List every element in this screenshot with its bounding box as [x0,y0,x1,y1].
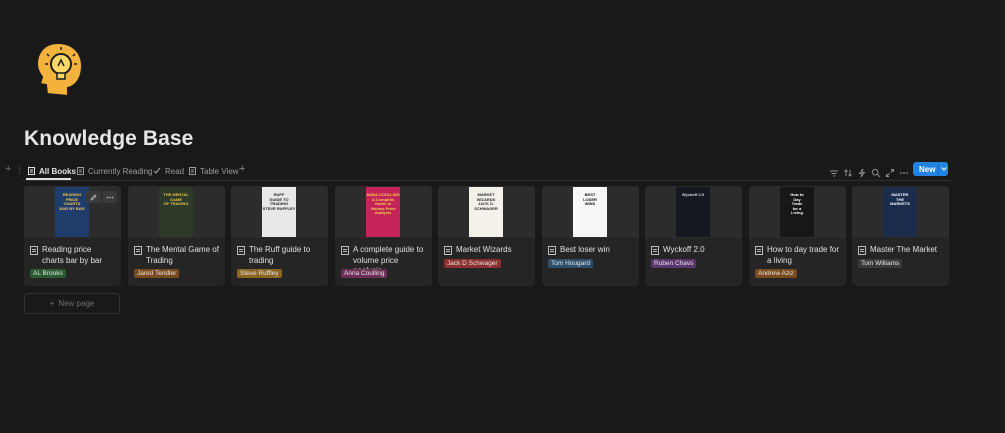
card-title: The Mental Game of Trading [146,245,219,265]
tab-label: All Books [39,166,76,176]
author-tag: Andrew Aziz [755,269,797,278]
card-cover: RUFF GUIDE TO TRADING STEVE RUFFLEY [231,186,328,238]
check-icon [153,167,161,174]
cover-text: Wyckoff 2.0 [681,192,705,197]
book-card[interactable]: MASTER THE MARKETS Master The Market Tom Wil… [852,186,949,286]
author-tag: AL Brooks [30,269,66,278]
new-page-button[interactable]: + New page [24,293,120,314]
book-cover-image: BEST LOSER WINS [573,187,607,237]
doc-icon [28,167,35,175]
card-cover: Wyckoff 2.0 [645,186,742,238]
card-title: Master The Market [870,245,937,254]
more-icon[interactable] [899,165,909,175]
book-card[interactable]: MARKET WIZARDS JACK D. SCHWAGER Market Wiza… [438,186,535,286]
doc-icon [189,167,196,175]
card-cover: THE MENTAL GAME OF TRADING [128,186,225,238]
doc-icon [77,167,84,175]
author-tag: Jack D Schwager [444,259,501,268]
cover-text: STEVE RUFFLEY [262,205,296,211]
add-icon[interactable]: + [5,163,11,175]
expand-icon[interactable] [885,165,895,177]
tab-read[interactable]: Read [153,163,184,179]
doc-icon [858,246,866,255]
author-tag: Anna Coulling [341,269,388,278]
card-title: Wyckoff 2.0 [663,245,705,254]
add-view-button[interactable]: + [239,163,245,175]
cover-text: WINS [584,201,596,206]
author-tag: Jared Tendler [134,269,180,278]
sort-icon[interactable] [843,165,853,177]
author-tag: Ruben Chavs [651,259,697,268]
book-cover-image: MARKET WIZARDS JACK D. SCHWAGER [469,187,503,237]
book-cover-image: Wyckoff 2.0 [676,187,710,237]
tab-currently-reading[interactable]: Currently Reading [77,163,152,179]
book-card[interactable]: THE MENTAL GAME OF TRADING The Mental Game… [128,186,225,286]
card-cover: MARKET WIZARDS JACK D. SCHWAGER [438,186,535,238]
book-cover-image: ANNA COULLING A Complete Guide to Volume P… [366,187,400,237]
book-card[interactable]: RUFF GUIDE TO TRADING STEVE RUFFLEY The Ruff… [231,186,328,286]
cover-text: BAR BY BAR [59,205,85,211]
tab-table-view[interactable]: Table View [189,163,239,179]
doc-icon [341,246,349,255]
book-cover-image: READING PRICE CHARTS BAR BY BAR [55,187,89,237]
doc-icon [651,246,659,255]
card-title: Reading price charts bar by bar [42,245,103,265]
cover-text: JACK D. SCHWAGER [474,201,498,211]
cover-text: Living [791,210,803,215]
tab-label: Table View [200,166,239,176]
book-cover-image: THE MENTAL GAME OF TRADING [159,187,193,237]
author-tag: Tom Williams [858,259,903,268]
card-cover: BEST LOSER WINS [542,186,639,238]
doc-icon [444,246,452,255]
book-cover-image: MASTER THE MARKETS [883,187,917,237]
book-card[interactable]: ANNA COULLING A Complete Guide to Volume P… [335,186,432,286]
card-cover: How to Day Trade for a Living [749,186,846,238]
doc-icon [548,246,556,255]
card-title: The Ruff guide to trading [249,245,311,265]
book-cover-image: RUFF GUIDE TO TRADING STEVE RUFFLEY [262,187,296,237]
tab-label: Read [165,166,185,176]
doc-icon [134,246,142,255]
card-title: Best loser win [560,245,610,254]
edit-icon[interactable] [86,191,101,203]
filter-icon[interactable] [829,165,839,177]
doc-icon [237,246,245,255]
chevron-down-icon[interactable] [939,167,948,171]
new-button-label: New [919,164,936,174]
author-tag: Tom Hougard [548,259,594,268]
card-tools [86,191,118,203]
cover-text: Analysis [374,210,392,215]
plus-icon: + [49,299,55,308]
card-title: How to day trade for a living [767,245,840,265]
tab-label: Currently Reading [88,166,153,176]
card-cover: MASTER THE MARKETS [852,186,949,238]
search-icon[interactable] [871,165,881,178]
book-card[interactable]: Wyckoff 2.0 Wyckoff 2.0 Ruben Chavs [645,186,742,286]
card-cover: ANNA COULLING A Complete Guide to Volume P… [335,186,432,238]
lightning-icon[interactable] [857,165,867,178]
new-page-label: New page [58,299,95,308]
doc-icon [755,246,763,255]
doc-icon [30,246,38,255]
new-button[interactable]: New [913,162,948,176]
book-card[interactable]: How to Day Trade for a Living How to day trad… [749,186,846,286]
author-tag: Steve Ruffley [237,269,282,278]
book-cover-image: How to Day Trade for a Living [780,187,814,237]
cover-text: OF TRADING [163,201,189,206]
lightbulb-head-icon[interactable] [34,40,86,98]
cover-text: MARKETS [890,201,910,206]
page-title: Knowledge Base [24,127,194,150]
card-title: Market Wizards [456,245,512,254]
divider [22,180,950,181]
more-icon[interactable] [102,191,117,203]
tab-all-books[interactable]: All Books [28,163,76,179]
book-card[interactable]: BEST LOSER WINS Best loser win Tom Hougard [542,186,639,286]
